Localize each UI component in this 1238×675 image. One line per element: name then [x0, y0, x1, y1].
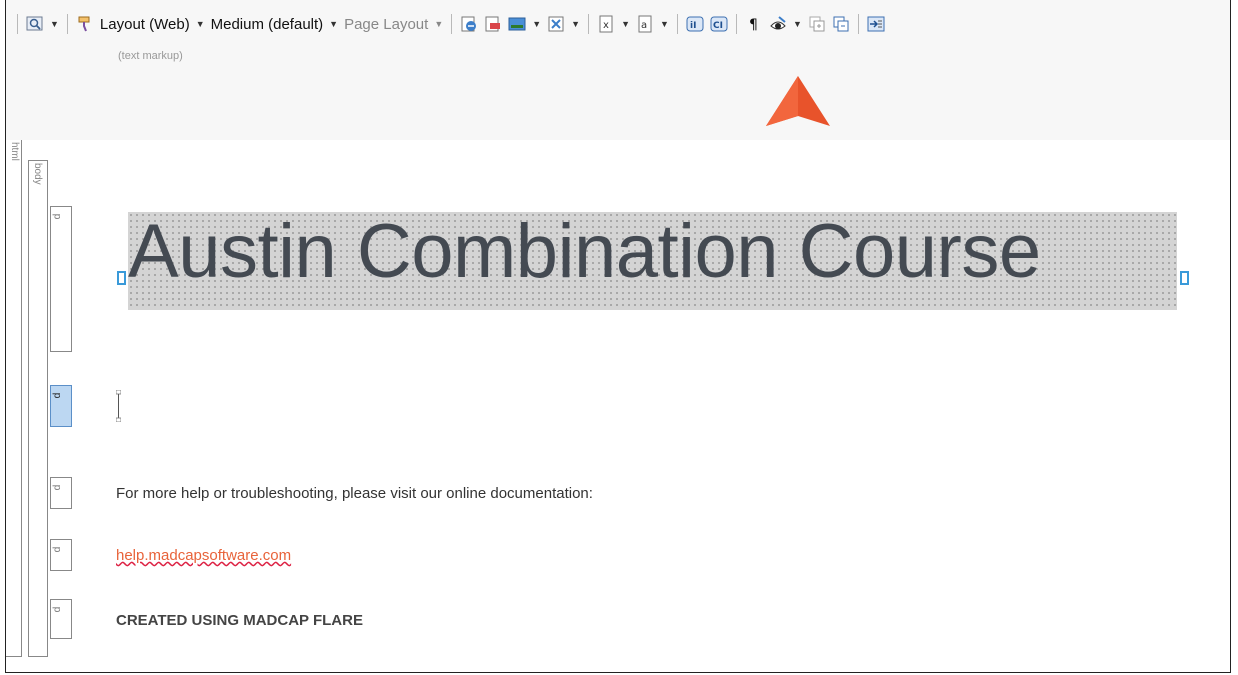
svg-text:iI: iI: [690, 21, 696, 31]
collapse-all-icon[interactable]: [832, 15, 850, 33]
page-layout-dropdown[interactable]: Page Layout: [344, 16, 428, 33]
structure-bar-p-selected[interactable]: p: [50, 385, 72, 427]
structure-bar-p-label: p: [51, 484, 63, 491]
structure-bar-p-label: p: [51, 213, 63, 220]
help-link[interactable]: help.madcapsoftware.com: [116, 547, 291, 564]
index-entry-icon[interactable]: iI: [686, 15, 704, 33]
format-painter-icon[interactable]: [76, 15, 94, 33]
medium-dropdown-icon[interactable]: ▼: [329, 19, 338, 29]
selection-handle-left[interactable]: [117, 271, 126, 285]
layout-dropdown[interactable]: Layout (Web): [100, 16, 190, 33]
selection-handle-right[interactable]: [1180, 271, 1189, 285]
toolbar-separator: [17, 14, 18, 34]
show-hide-icon[interactable]: [769, 15, 787, 33]
insert-variable-icon[interactable]: x: [597, 15, 615, 33]
toolbar-separator: [451, 14, 453, 34]
toolbar-separator: [66, 14, 68, 34]
toolbar-separator: [735, 14, 737, 34]
toolbar-separator: [588, 14, 590, 34]
insert-snippet-icon[interactable]: a: [636, 15, 654, 33]
svg-text:a: a: [641, 20, 647, 31]
insert-variable-dropdown-icon[interactable]: ▼: [621, 19, 630, 29]
insert-snippet-dropdown-icon[interactable]: ▼: [660, 19, 669, 29]
concept-icon[interactable]: CI: [710, 15, 728, 33]
svg-text:CI: CI: [713, 21, 723, 31]
layout-dropdown-icon[interactable]: ▼: [196, 19, 205, 29]
structure-bar-p-label: p: [51, 606, 63, 613]
text-markup-area: (text markup): [6, 46, 1230, 140]
insert-image-dropdown-icon[interactable]: ▼: [532, 19, 541, 29]
structure-bar-p[interactable]: p: [50, 539, 72, 571]
insert-multimedia-icon[interactable]: [547, 15, 565, 33]
footer-paragraph[interactable]: CREATED USING MADCAP FLARE: [116, 612, 363, 629]
show-hide-dropdown-icon[interactable]: ▼: [793, 19, 802, 29]
help-link-paragraph[interactable]: help.madcapsoftware.com: [116, 547, 291, 564]
structure-bar-p-label: p: [51, 392, 63, 399]
insert-bookmark-icon[interactable]: [484, 15, 502, 33]
editor-toolbar: ▼ Layout (Web) ▼ Medium (default) ▼ Page…: [6, 0, 1230, 46]
help-paragraph[interactable]: For more help or troubleshooting, please…: [116, 485, 593, 502]
structure-bar-body-label: body: [32, 163, 43, 185]
insert-image-icon[interactable]: [508, 15, 526, 33]
text-cursor-icon: [116, 390, 121, 422]
expand-all-icon[interactable]: [808, 15, 826, 33]
insert-hyperlink-icon[interactable]: [460, 15, 478, 33]
structure-bar-html-label: html: [9, 142, 20, 161]
insert-multimedia-dropdown-icon[interactable]: ▼: [571, 19, 580, 29]
insert-proxy-icon[interactable]: [867, 15, 885, 33]
show-markers-icon[interactable]: ¶: [745, 15, 763, 33]
medium-dropdown[interactable]: Medium (default): [211, 16, 324, 33]
document-heading[interactable]: Austin Combination Course: [128, 208, 1188, 295]
toolbar-row: ▼ Layout (Web) ▼ Medium (default) ▼ Page…: [12, 12, 888, 36]
pointer-arrow-icon: [766, 76, 830, 126]
toolbar-separator: [857, 14, 859, 34]
structure-bar-p-label: p: [51, 546, 63, 553]
page-layout-dropdown-icon[interactable]: ▼: [434, 19, 443, 29]
structure-bar-body[interactable]: body: [28, 160, 48, 657]
structure-bar-p[interactable]: p: [50, 206, 72, 352]
structure-bar-p[interactable]: p: [50, 477, 72, 509]
structure-bar-p[interactable]: p: [50, 599, 72, 639]
structure-bar-html[interactable]: html: [6, 140, 22, 657]
preview-icon[interactable]: [26, 15, 44, 33]
preview-dropdown-icon[interactable]: ▼: [50, 19, 59, 29]
svg-text:x: x: [603, 20, 609, 31]
editor-frame: ▼ Layout (Web) ▼ Medium (default) ▼ Page…: [5, 0, 1231, 673]
svg-text:¶: ¶: [749, 17, 758, 33]
structure-bar: html body p p p p p: [6, 140, 102, 672]
toolbar-separator: [676, 14, 678, 34]
text-markup-label: (text markup): [118, 50, 183, 62]
